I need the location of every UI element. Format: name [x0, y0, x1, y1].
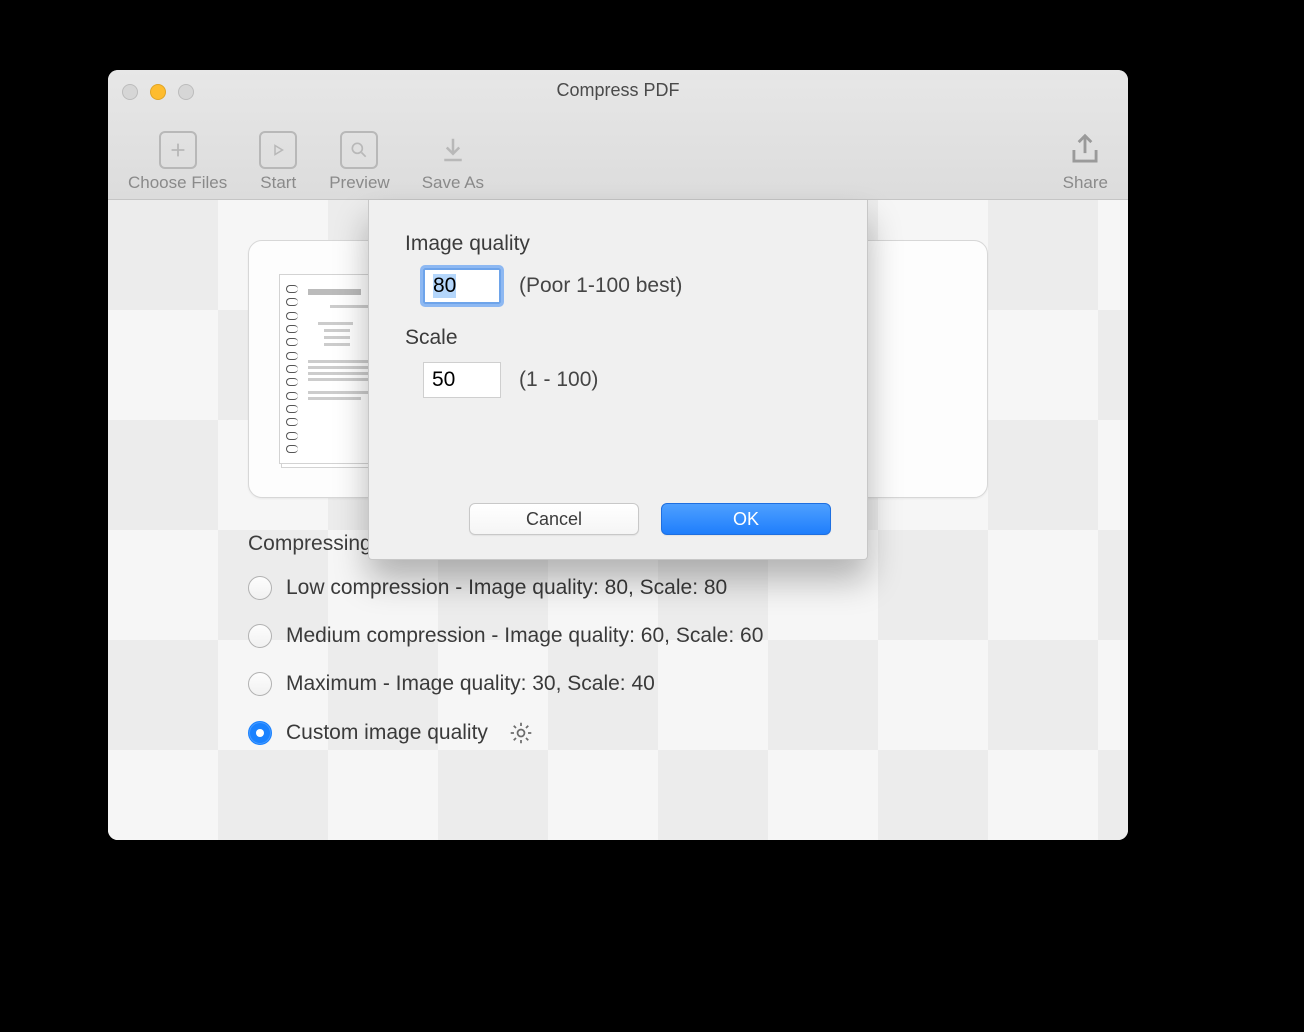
scale-label: Scale [405, 326, 831, 350]
preview-label: Preview [329, 173, 389, 193]
option-custom-quality[interactable]: Custom image quality [248, 720, 1068, 746]
option-low-compression[interactable]: Low compression - Image quality: 80, Sca… [248, 576, 1068, 600]
toolbar: Choose Files Start Preview Save As [122, 131, 1114, 193]
titlebar: Compress PDF Choose Files Start Preview [108, 70, 1128, 200]
custom-quality-dialog: Image quality (Poor 1-100 best) Scale (1… [368, 200, 868, 560]
spiral-binding-icon [286, 285, 298, 453]
cancel-button[interactable]: Cancel [469, 503, 639, 535]
scale-input[interactable] [423, 362, 501, 398]
share-label: Share [1063, 173, 1108, 193]
radio-button[interactable] [248, 672, 272, 696]
play-icon [259, 131, 297, 169]
option-label: Maximum - Image quality: 30, Scale: 40 [286, 672, 655, 696]
image-quality-input[interactable] [423, 268, 501, 304]
magnifier-icon [340, 131, 378, 169]
option-maximum-compression[interactable]: Maximum - Image quality: 30, Scale: 40 [248, 672, 1068, 696]
option-medium-compression[interactable]: Medium compression - Image quality: 60, … [248, 624, 1068, 648]
save-as-button[interactable]: Save As [416, 131, 490, 193]
app-window: Compress PDF Choose Files Start Preview [108, 70, 1128, 840]
plus-icon [159, 131, 197, 169]
radio-button[interactable] [248, 576, 272, 600]
radio-button-selected[interactable] [248, 721, 272, 745]
ok-button[interactable]: OK [661, 503, 831, 535]
window-title: Compress PDF [108, 80, 1128, 101]
option-label: Low compression - Image quality: 80, Sca… [286, 576, 727, 600]
image-quality-hint: (Poor 1-100 best) [519, 274, 682, 298]
save-as-label: Save As [422, 173, 484, 193]
start-button[interactable]: Start [253, 131, 303, 193]
share-button[interactable]: Share [1057, 131, 1114, 193]
gear-icon[interactable] [508, 720, 534, 746]
scale-hint: (1 - 100) [519, 368, 598, 392]
image-quality-label: Image quality [405, 232, 831, 256]
radio-button[interactable] [248, 624, 272, 648]
option-label: Medium compression - Image quality: 60, … [286, 624, 763, 648]
download-icon [434, 131, 472, 169]
option-label: Custom image quality [286, 721, 488, 745]
preview-button[interactable]: Preview [323, 131, 395, 193]
start-label: Start [260, 173, 296, 193]
choose-files-label: Choose Files [128, 173, 227, 193]
compression-options: Low compression - Image quality: 80, Sca… [248, 576, 1068, 746]
choose-files-button[interactable]: Choose Files [122, 131, 233, 193]
share-icon [1066, 131, 1104, 169]
